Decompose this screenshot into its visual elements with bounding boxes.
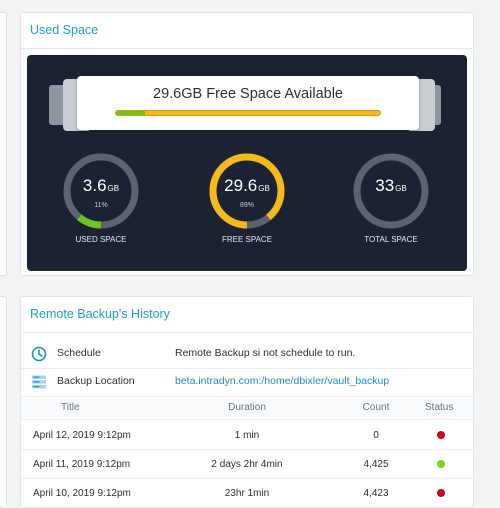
status-dot bbox=[437, 460, 445, 468]
column-title[interactable]: Title bbox=[61, 402, 80, 413]
backup-history-card: Remote Backup's History Schedule Remote … bbox=[20, 296, 474, 508]
row-duration: 2 days 2hr 4min bbox=[211, 459, 283, 470]
backup-history-title: Remote Backup's History bbox=[21, 297, 473, 333]
total-space-gauge: 33GB TOTAL SPACE bbox=[351, 151, 431, 244]
column-duration[interactable]: Duration bbox=[161, 402, 333, 413]
table-row[interactable]: April 11, 2019 9:12pm 2 days 2hr 4min 4,… bbox=[21, 450, 473, 479]
backup-location-row: Backup Location beta.intradyn.com:/home/… bbox=[21, 368, 473, 397]
used-space-percent: 11% bbox=[94, 202, 108, 209]
table-row[interactable]: April 12, 2019 9:12pm 1 min 0 bbox=[21, 421, 473, 450]
table-row[interactable]: April 10, 2019 9:12pm 23hr 1min 4,423 bbox=[21, 479, 473, 507]
used-space-card: Used Space 29.6GB Free Space Available 3… bbox=[20, 12, 474, 276]
free-space-value: 29.6GB bbox=[224, 176, 270, 195]
used-space-label: USED SPACE bbox=[75, 235, 127, 244]
free-space-percent: 89% bbox=[239, 202, 254, 209]
storage-dashboard: 29.6GB Free Space Available 3.6GB 11% US… bbox=[27, 55, 467, 271]
free-space-gauge: 29.6GB 89% FREE SPACE bbox=[207, 151, 287, 244]
row-title: April 12, 2019 9:12pm bbox=[33, 430, 131, 441]
free-space-label: FREE SPACE bbox=[221, 235, 273, 244]
backup-location-label: Backup Location bbox=[57, 375, 135, 387]
space-usage-bar bbox=[115, 110, 381, 116]
row-title: April 10, 2019 9:12pm bbox=[33, 488, 131, 499]
history-table-header: Title Duration Count Status bbox=[21, 397, 473, 420]
schedule-row: Schedule Remote Backup si not schedule t… bbox=[21, 340, 473, 369]
side-card-bottom bbox=[0, 296, 7, 508]
server-icon bbox=[32, 375, 46, 389]
column-count[interactable]: Count bbox=[341, 402, 411, 413]
column-status[interactable]: Status bbox=[425, 402, 453, 413]
total-space-value: 33GB bbox=[375, 176, 407, 195]
row-count: 4,425 bbox=[363, 459, 389, 470]
backup-location-link[interactable]: beta.intradyn.com:/home/dbixler/vault_ba… bbox=[175, 375, 389, 387]
used-space-title: Used Space bbox=[21, 13, 473, 49]
status-dot bbox=[437, 431, 445, 439]
used-space-gauge: 3.6GB 11% USED SPACE bbox=[61, 151, 141, 244]
row-title: April 11, 2019 9:12pm bbox=[33, 459, 131, 470]
space-usage-bar-used-fill bbox=[116, 111, 146, 115]
schedule-value: Remote Backup si not schedule to run. bbox=[175, 347, 356, 359]
side-card-top bbox=[0, 12, 7, 276]
total-space-label: TOTAL SPACE bbox=[364, 235, 418, 244]
row-count: 0 bbox=[373, 430, 379, 441]
row-duration: 23hr 1min bbox=[224, 488, 270, 499]
status-dot bbox=[437, 489, 445, 497]
used-space-value: 3.6GB bbox=[82, 176, 120, 195]
clock-icon bbox=[31, 346, 47, 362]
row-count: 4,423 bbox=[363, 488, 389, 499]
free-space-banner: 29.6GB Free Space Available bbox=[77, 76, 419, 130]
row-duration: 1 min bbox=[234, 430, 260, 441]
free-space-banner-text: 29.6GB Free Space Available bbox=[153, 86, 343, 102]
schedule-label: Schedule bbox=[57, 347, 101, 359]
